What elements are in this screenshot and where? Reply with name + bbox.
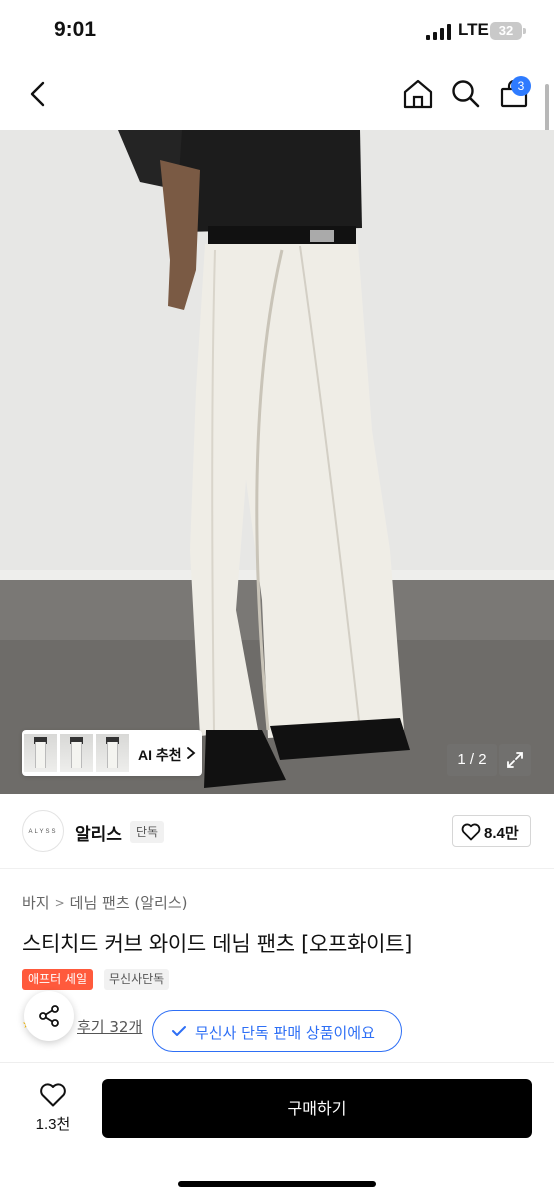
divider bbox=[0, 868, 554, 869]
status-time: 9:01 bbox=[54, 18, 97, 41]
expand-button[interactable] bbox=[499, 744, 531, 776]
battery-tip bbox=[523, 28, 526, 34]
thumbnail[interactable] bbox=[60, 734, 93, 772]
status-bar: 9:01 LTE 32 bbox=[0, 0, 554, 62]
home-indicator[interactable] bbox=[178, 1181, 376, 1187]
exclusive-notice[interactable]: 무신사 단독 판매 상품이에요 bbox=[152, 1010, 402, 1052]
musinsa-exclusive-badge: 무신사단독 bbox=[104, 969, 170, 990]
ai-recommend-label[interactable]: AI 추천 bbox=[138, 745, 182, 765]
product-image[interactable] bbox=[0, 130, 554, 794]
signal-icon bbox=[426, 24, 451, 40]
thumbnail[interactable] bbox=[96, 734, 129, 772]
breadcrumb-item[interactable]: 데님 팬츠 (알리스) bbox=[70, 892, 188, 913]
product-title: 스티치드 커브 와이드 데님 팬츠 [오프화이트] bbox=[22, 932, 413, 956]
expand-icon bbox=[507, 752, 523, 768]
heart-icon bbox=[40, 1083, 66, 1107]
cart-badge: 3 bbox=[511, 76, 531, 96]
search-icon[interactable] bbox=[451, 79, 481, 109]
chevron-right-icon: > bbox=[54, 895, 65, 910]
wishlist-button[interactable]: 1.3천 bbox=[30, 1080, 76, 1140]
sale-badge: 애프터 세일 bbox=[22, 969, 94, 990]
home-icon[interactable] bbox=[402, 79, 434, 109]
wishlist-count: 1.3천 bbox=[35, 1116, 71, 1133]
breadcrumb-item[interactable]: 바지 bbox=[22, 892, 50, 913]
image-pager: 1 / 2 bbox=[447, 744, 497, 776]
product-photo bbox=[0, 130, 554, 794]
breadcrumb: 바지 > 데님 팬츠 (알리스) bbox=[22, 892, 188, 913]
exclusive-notice-text: 무신사 단독 판매 상품이에요 bbox=[195, 1024, 375, 1042]
back-icon[interactable] bbox=[27, 80, 49, 108]
heart-icon bbox=[461, 823, 481, 841]
brand-logo[interactable]: ALYSS bbox=[22, 810, 64, 852]
exclusive-badge: 단독 bbox=[130, 821, 165, 843]
brand-like-count: 8.4만 bbox=[484, 825, 519, 842]
battery-icon: 32 bbox=[490, 22, 522, 40]
brand-like-button[interactable]: 8.4만 bbox=[452, 815, 531, 847]
share-icon bbox=[39, 1005, 59, 1027]
network-label: LTE bbox=[458, 20, 489, 39]
reviews-link[interactable]: 후기 32개 bbox=[77, 1016, 142, 1037]
brand-name[interactable]: 알리스 bbox=[75, 820, 122, 845]
share-button[interactable] bbox=[24, 991, 74, 1041]
check-icon bbox=[172, 1026, 186, 1036]
chevron-right-icon bbox=[187, 747, 196, 759]
thumbnail[interactable] bbox=[24, 734, 57, 772]
buy-button[interactable]: 구매하기 bbox=[102, 1079, 532, 1138]
